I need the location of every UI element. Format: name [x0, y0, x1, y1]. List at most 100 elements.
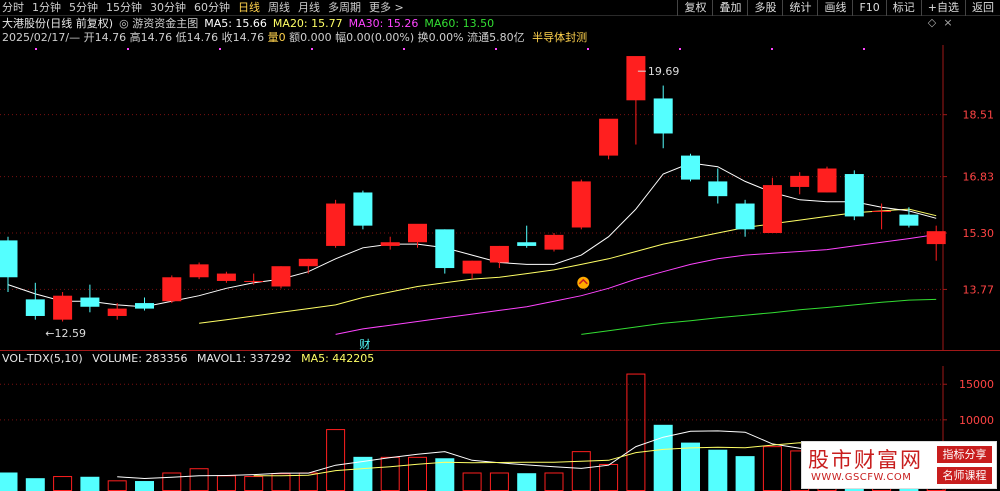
change-value: 0.00(0.00%): [346, 31, 415, 44]
candlestick: [0, 236, 18, 293]
watermark-url: WWW.GSCFW.COM: [811, 472, 912, 483]
candlestick: [53, 292, 73, 322]
quote-date: 2025/02/17/—: [2, 31, 81, 44]
price-axis-label: 16.83: [963, 171, 995, 184]
price-chart[interactable]: 18.51 16.83 15.30 13.77 19.69 ←12.59 财: [0, 45, 1000, 351]
tool-button-3[interactable]: 统计: [782, 0, 817, 16]
candlestick: [189, 262, 209, 280]
volume-bar: [380, 456, 400, 491]
marker-dot: [219, 48, 221, 50]
candlestick: [762, 177, 782, 234]
candle-body: [135, 303, 154, 309]
candlestick: [872, 203, 892, 230]
period-tab-1[interactable]: 1分钟: [32, 1, 61, 15]
tool-button-1[interactable]: 叠加: [712, 0, 747, 16]
indicator-name[interactable]: ◎ 游资资金主图: [119, 17, 198, 31]
candle-body: [80, 297, 100, 307]
period-tab-4[interactable]: 30分钟: [150, 1, 186, 15]
low-label: 低: [175, 31, 187, 44]
tool-buttons: 复权 叠加 多股 统计 画线 F10 标记 +自选 返回: [677, 0, 1000, 16]
candlestick: [435, 229, 455, 274]
stock-name[interactable]: 大港股份(日线 前复权): [2, 17, 113, 31]
period-tab-2[interactable]: 5分钟: [69, 1, 98, 15]
volume-indicator-name[interactable]: VOL-TDX(5,10): [2, 352, 83, 365]
marker-dot: [35, 48, 37, 50]
volume-label: 量: [267, 31, 279, 44]
candle-body: [517, 242, 537, 246]
low-price-label: ←12.59: [45, 327, 86, 340]
ma30-value: MA30: 15.26: [348, 17, 419, 30]
watermark-badge-course: 名师课程: [937, 467, 992, 484]
candle-body: [790, 175, 810, 187]
period-tab-5[interactable]: 60分钟: [194, 1, 230, 15]
volume-bar: [189, 468, 209, 491]
tool-button-5[interactable]: F10: [852, 0, 885, 16]
high-price-label: 19.69: [648, 65, 680, 78]
candlestick: [216, 271, 236, 283]
period-tab-3[interactable]: 15分钟: [106, 1, 142, 15]
open-label: 开: [83, 31, 95, 44]
period-tab-9[interactable]: 多周期: [328, 1, 361, 15]
ma60-value: MA60: 13.50: [424, 17, 495, 30]
candlestick: [380, 236, 400, 250]
period-tab-8[interactable]: 月线: [298, 1, 320, 15]
close-label: 收: [221, 31, 233, 44]
marker-dot: [771, 48, 773, 50]
period-tab-10[interactable]: 更多 >: [369, 1, 404, 15]
diamond-icon[interactable]: ◇: [926, 17, 938, 29]
vol-ma5-value: MA5: 442205: [301, 352, 375, 365]
candle-body: [571, 181, 591, 228]
period-tab-7[interactable]: 周线: [268, 1, 290, 15]
tool-button-7[interactable]: +自选: [920, 0, 965, 16]
candlestick: [271, 266, 291, 289]
tool-button-8[interactable]: 返回: [965, 0, 1000, 16]
candle-body: [408, 223, 427, 243]
candle-body: [326, 203, 346, 246]
volume-bar: [0, 472, 18, 491]
period-tab-0[interactable]: 分时: [2, 1, 24, 15]
volume-bar: [80, 476, 100, 491]
ma20-value: MA20: 15.77: [272, 17, 343, 30]
marker-dot: [863, 48, 865, 50]
amount-label: 额: [289, 31, 301, 44]
period-tabs: 分时 1分钟 5分钟 15分钟 30分钟 60分钟 日线 周线 月线 多周期 更多 >: [2, 1, 412, 15]
volume-bar: [653, 424, 673, 491]
close-value: 14.76: [232, 31, 265, 44]
candle-body: [681, 155, 700, 180]
volume-bar: [107, 480, 127, 491]
candlestick: [80, 284, 100, 313]
signal-icon: [577, 276, 590, 289]
candlestick: [681, 153, 700, 182]
candle-body: [544, 234, 564, 250]
price-axis-label: 13.77: [963, 283, 995, 296]
candle-body: [244, 280, 264, 282]
candlestick: [544, 233, 564, 252]
candle-body: [162, 277, 182, 302]
candlestick: [326, 199, 346, 248]
candlestick: [489, 245, 509, 269]
period-tab-6[interactable]: 日线: [238, 1, 260, 15]
indicator-legend: 大港股份(日线 前复权) ◎ 游资资金主图 MA5: 15.66 MA20: 1…: [2, 17, 500, 31]
volume-bar: [626, 373, 646, 491]
volume-legend: VOL-TDX(5,10) VOLUME: 283356 MAVOL1: 337…: [2, 352, 380, 366]
marker-dot: [403, 48, 405, 50]
candlestick: [708, 168, 728, 204]
close-icon[interactable]: ×: [942, 17, 954, 29]
candlestick: [571, 179, 591, 230]
candle-body: [844, 174, 864, 217]
sector-tag[interactable]: 半导体封测: [532, 31, 587, 44]
volume-bar: [244, 476, 264, 491]
tool-button-6[interactable]: 标记: [885, 0, 921, 16]
tool-button-4[interactable]: 画线: [817, 0, 852, 16]
candle-body: [189, 264, 209, 278]
tool-button-0[interactable]: 复权: [677, 0, 712, 16]
mavol1-value: MAVOL1: 337292: [196, 352, 292, 365]
turnover-label: 换: [417, 31, 429, 44]
finance-marker: 财: [359, 337, 370, 351]
turnover-value: 0.00%: [428, 31, 464, 44]
period-toolbar: 分时 1分钟 5分钟 15分钟 30分钟 60分钟 日线 周线 月线 多周期 更多 > 复权 叠加 多股…: [0, 0, 1000, 16]
float-value: 5.80亿: [489, 31, 525, 44]
volume-bar: [544, 472, 564, 491]
ma5-value: MA5: 15.66: [204, 17, 267, 30]
tool-button-2[interactable]: 多股: [747, 0, 782, 16]
